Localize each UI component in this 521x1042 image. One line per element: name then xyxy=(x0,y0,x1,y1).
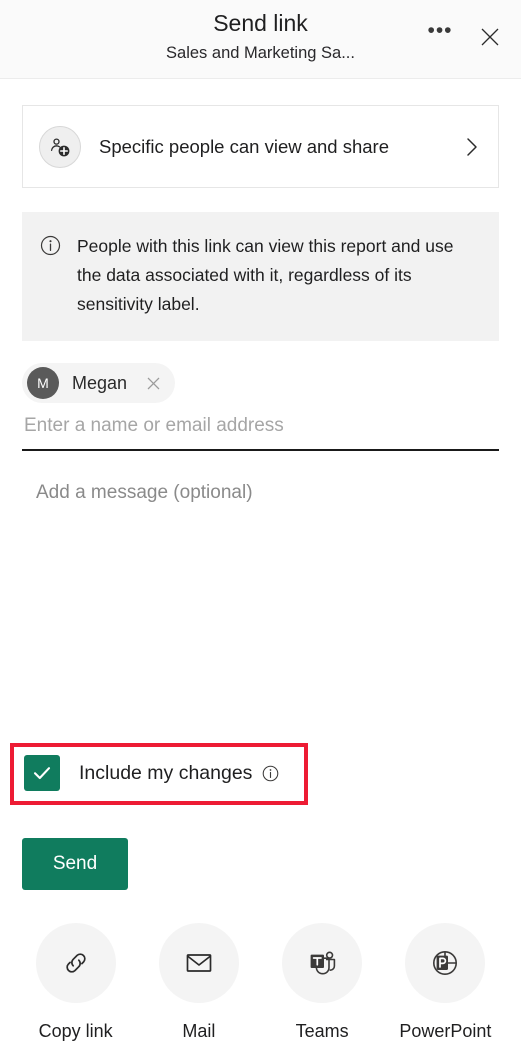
permission-selector[interactable]: Specific people can view and share xyxy=(22,105,499,188)
recipient-input[interactable] xyxy=(22,413,499,449)
avatar: M xyxy=(27,367,59,399)
teams-action[interactable]: Teams xyxy=(267,923,377,1042)
ellipsis-icon: ••• xyxy=(427,19,453,42)
teams-label: Teams xyxy=(295,1021,349,1041)
mail-icon xyxy=(158,923,239,1003)
mail-action[interactable]: Mail xyxy=(144,923,254,1042)
info-icon xyxy=(40,235,61,261)
include-my-changes-row[interactable]: Include my changes xyxy=(24,755,279,791)
include-my-changes-checkbox[interactable] xyxy=(24,755,60,791)
recipient-chip-list: M Megan xyxy=(22,363,499,403)
link-icon xyxy=(35,923,116,1003)
powerpoint-icon xyxy=(405,923,486,1003)
powerpoint-label: PowerPoint xyxy=(399,1021,492,1041)
document-name: Sales and Marketing Sa... xyxy=(166,44,355,62)
include-my-changes-label: Include my changes xyxy=(79,761,253,784)
recipient-chip[interactable]: M Megan xyxy=(22,363,176,403)
people-add-icon xyxy=(39,125,81,168)
checkmark-icon xyxy=(33,767,51,780)
header-actions: ••• xyxy=(423,20,507,54)
send-button[interactable]: Send xyxy=(22,838,128,890)
sensitivity-info-banner: People with this link can view this repo… xyxy=(22,212,499,341)
share-actions: Copy link Mail Teams PowerPoint xyxy=(0,923,521,1042)
recipient-name: Megan xyxy=(72,372,128,393)
more-options-button[interactable]: ••• xyxy=(423,20,457,54)
sensitivity-info-text: People with this link can view this repo… xyxy=(77,236,454,314)
mail-label: Mail xyxy=(182,1021,216,1041)
close-button[interactable] xyxy=(473,20,507,54)
dialog-header: Send link Sales and Marketing Sa... ••• xyxy=(0,0,521,79)
remove-recipient-button[interactable] xyxy=(139,369,167,397)
page-title: Send link xyxy=(213,10,308,36)
close-icon xyxy=(147,377,159,389)
close-icon xyxy=(481,28,499,46)
include-my-changes-info-icon[interactable] xyxy=(262,765,279,782)
chevron-right-icon xyxy=(464,136,480,158)
dialog-body: Specific people can view and share Peopl… xyxy=(0,105,521,1041)
powerpoint-action[interactable]: PowerPoint xyxy=(390,923,500,1042)
copy-link-label: Copy link xyxy=(38,1021,113,1041)
permission-label: Specific people can view and share xyxy=(99,135,390,157)
copy-link-action[interactable]: Copy link xyxy=(21,923,131,1042)
message-input[interactable] xyxy=(36,479,499,559)
teams-icon xyxy=(282,923,363,1003)
message-input-wrapper xyxy=(36,479,499,564)
recipient-input-wrapper xyxy=(22,413,499,451)
